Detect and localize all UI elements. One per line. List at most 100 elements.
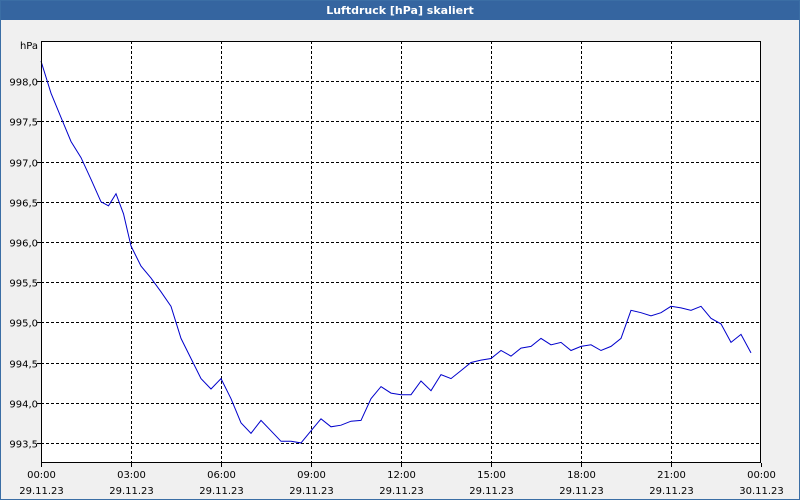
data-point [650, 315, 651, 316]
data-point [470, 362, 471, 363]
data-point [750, 352, 751, 353]
data-point [250, 433, 251, 434]
data-point [230, 398, 231, 399]
data-point [410, 394, 411, 395]
chart: hPa 993,5994,0994,5995,0995,5996,0996,59… [9, 41, 784, 497]
data-point [420, 380, 421, 381]
y-tick-label: 998,0 [9, 78, 38, 89]
data-point [100, 201, 101, 202]
data-point [610, 346, 611, 347]
data-point [115, 193, 116, 194]
data-point [240, 422, 241, 423]
data-point [340, 425, 341, 426]
y-tick-label: 995,5 [9, 279, 38, 290]
data-point [560, 342, 561, 343]
y-tick-label: 997,5 [9, 118, 38, 129]
x-tick-labels: 00:00 29.11.23 03:00 29.11.23 06:00 29.11.23 0… [19, 470, 784, 497]
data-point [370, 398, 371, 399]
data-point [510, 356, 511, 357]
data-point [690, 310, 691, 311]
x-tick-date: 29.11.23 [469, 486, 514, 497]
y-tick-label: 996,0 [9, 239, 38, 250]
y-tick-label: 997,0 [9, 159, 38, 170]
x-tick-time: 15:00 [477, 470, 506, 481]
data-point [500, 350, 501, 351]
data-point [490, 358, 491, 359]
data-point [160, 291, 161, 292]
data-point [600, 350, 601, 351]
y-tick-label: 994,0 [9, 400, 38, 411]
data-point [590, 344, 591, 345]
data-point [630, 310, 631, 311]
data-point [700, 306, 701, 307]
y-tick-label: 994,5 [9, 360, 38, 371]
y-tick-label: 996,5 [9, 199, 38, 210]
data-point [140, 266, 141, 267]
data-point [380, 386, 381, 387]
x-tick-date: 29.11.23 [19, 486, 64, 497]
data-point [190, 358, 191, 359]
data-point [540, 338, 541, 339]
x-tick-date: 29.11.23 [559, 486, 604, 497]
data-point [360, 420, 361, 421]
data-point [670, 306, 671, 307]
data-point [440, 374, 441, 375]
x-tick-time: 18:00 [567, 470, 596, 481]
data-point [530, 346, 531, 347]
data-point [720, 323, 721, 324]
data-point [270, 430, 271, 431]
data-point [330, 426, 331, 427]
x-tick-time: 00:00 [27, 470, 56, 481]
data-point [660, 312, 661, 313]
data-point [710, 318, 711, 319]
x-tick-time: 06:00 [207, 470, 236, 481]
data-point [123, 213, 124, 214]
data-point [220, 378, 221, 379]
data-point [310, 430, 311, 431]
y-tick-labels: 993,5 994,0 994,5 995,0 995,5 996,0 996,5 997,0… [9, 78, 38, 451]
y-tick-label: 993,5 [9, 440, 38, 451]
chart-window: Luftdruck [hPa] skaliert hPa 993,5 994,0 9… [0, 0, 800, 500]
data-point [90, 179, 91, 180]
data-point [520, 348, 521, 349]
data-point [620, 338, 621, 339]
data-point [390, 393, 391, 394]
data-point [108, 205, 109, 206]
data-point [50, 93, 51, 94]
data-point [130, 245, 131, 246]
data-point [80, 157, 81, 158]
data-point [170, 306, 171, 307]
x-tick-date: 30.11.23 [739, 486, 784, 497]
x-tick-time: 03:00 [117, 470, 146, 481]
x-tick-date: 29.11.23 [379, 486, 424, 497]
data-point [300, 442, 301, 443]
data-point [480, 360, 481, 361]
x-tick-date: 29.11.23 [109, 486, 154, 497]
data-point [150, 278, 151, 279]
data-point [60, 117, 61, 118]
x-tick-time: 21:00 [657, 470, 686, 481]
data-point [640, 312, 641, 313]
x-tick-time: 00:00 [747, 470, 776, 481]
data-point [70, 141, 71, 142]
data-point [580, 346, 581, 347]
data-point [350, 421, 351, 422]
data-point [200, 378, 201, 379]
data-point [210, 388, 211, 389]
x-tick-date: 29.11.23 [289, 486, 334, 497]
data-point [460, 370, 461, 371]
data-point [320, 418, 321, 419]
data-point [740, 334, 741, 335]
data-point [430, 390, 431, 391]
y-tick-label: 995,0 [9, 319, 38, 330]
x-tick-time: 09:00 [297, 470, 326, 481]
y-axis-unit: hPa [20, 41, 38, 52]
data-point [730, 342, 731, 343]
data-point [260, 420, 261, 421]
data-point [570, 350, 571, 351]
x-tick-time: 12:00 [387, 470, 416, 481]
data-point [680, 307, 681, 308]
x-tick-date: 29.11.23 [199, 486, 244, 497]
data-point [290, 441, 291, 442]
data-point [400, 394, 401, 395]
